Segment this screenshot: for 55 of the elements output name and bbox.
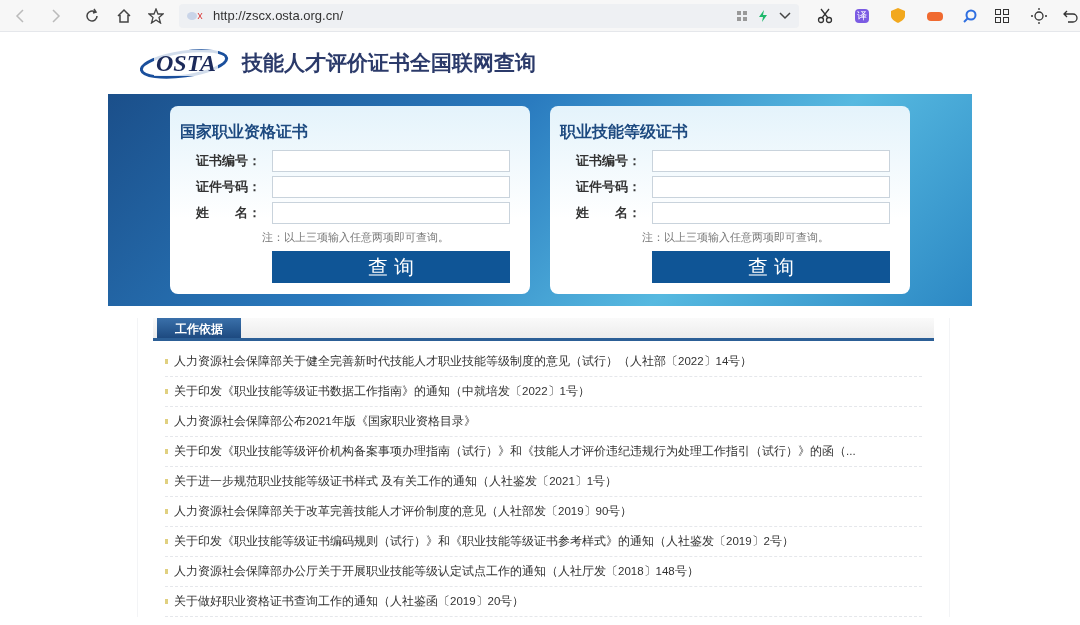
input-field[interactable] <box>272 150 510 172</box>
document-link[interactable]: 关于印发《职业技能等级证书数据工作指南》的通知（中就培发〔2022〕1号） <box>174 382 590 401</box>
field-label: 姓 名： <box>576 204 642 223</box>
hint-text: 注：以上三项输入任意两项即可查询。 <box>642 230 829 245</box>
document-link[interactable]: 关于进一步规范职业技能等级证书样式 及有关工作的通知（人社鉴发〔2021〕1号） <box>174 472 618 491</box>
query-button[interactable]: 查 询 <box>652 250 890 283</box>
field-label: 姓 名： <box>196 204 262 223</box>
document-link[interactable]: 人力资源社会保障部公布2021年版《国家职业资格目录》 <box>174 412 476 431</box>
undo-icon[interactable] <box>1063 8 1079 23</box>
qr-icon[interactable] <box>737 10 747 21</box>
panel-title: 职业技能等级证书 <box>560 122 688 142</box>
input-field[interactable] <box>652 176 890 198</box>
chevron-down-icon[interactable] <box>779 11 791 20</box>
field-label: 证书编号： <box>576 152 642 171</box>
reload-icon[interactable] <box>84 7 100 24</box>
hint-text: 注：以上三项输入任意两项即可查询。 <box>262 230 449 245</box>
star-icon[interactable] <box>148 7 164 24</box>
document-link[interactable]: 人力资源社会保障部关于改革完善技能人才评价制度的意见（人社部发〔2019〕90号） <box>174 502 633 521</box>
bullet-icon <box>165 539 168 544</box>
input-field[interactable] <box>652 150 890 172</box>
lightning-icon[interactable] <box>759 9 767 22</box>
field-label: 证件号码： <box>576 178 642 197</box>
scissors-icon[interactable] <box>817 7 833 24</box>
input-field[interactable] <box>652 202 890 224</box>
forward-icon[interactable] <box>50 8 62 23</box>
field-label: 证件号码： <box>196 178 262 197</box>
back-icon[interactable] <box>14 8 26 23</box>
query-button[interactable]: 查 询 <box>272 250 510 283</box>
sun-icon[interactable] <box>1031 7 1047 24</box>
panel-title: 国家职业资格证书 <box>180 122 308 142</box>
input-field[interactable] <box>272 202 510 224</box>
bullet-icon <box>165 569 168 574</box>
document-link[interactable]: 人力资源社会保障部办公厅关于开展职业技能等级认定试点工作的通知（人社厅发〔2018〕148号） <box>174 562 699 581</box>
bullet-icon <box>165 509 168 514</box>
search-icon[interactable] <box>963 8 977 23</box>
bullet-icon <box>165 479 168 484</box>
shield-badge-icon[interactable] <box>891 8 905 23</box>
field-label: 证书编号： <box>196 152 262 171</box>
section-tab[interactable]: 工作依据 <box>157 318 241 338</box>
bullet-icon <box>165 389 168 394</box>
document-link[interactable]: 关于印发《职业技能等级证书编码规则（试行）》和《职业技能等级证书参考样式》的通知（人社鉴发〔2019〕2号） <box>174 532 794 551</box>
grid-icon[interactable] <box>995 8 1009 23</box>
bullet-icon <box>165 359 168 364</box>
site-title: 技能人才评价证书全国联网查询 <box>242 50 536 77</box>
bullet-icon <box>165 449 168 454</box>
address-bar[interactable]: http://zscx.osta.org.cn/ <box>179 3 799 28</box>
home-icon[interactable] <box>116 7 132 24</box>
bullet-icon <box>165 599 168 604</box>
url-text: http://zscx.osta.org.cn/ <box>213 6 344 25</box>
document-link[interactable]: 人力资源社会保障部关于健全完善新时代技能人才职业技能等级制度的意见（试行）（人社部〔2022〕14号） <box>174 352 753 371</box>
bullet-icon <box>165 419 168 424</box>
document-link[interactable]: 关于做好职业资格证书查询工作的通知（人社鉴函〔2019〕20号） <box>174 592 525 611</box>
input-field[interactable] <box>272 176 510 198</box>
document-link[interactable]: 关于印发《职业技能等级评价机构备案事项办理指南（试行）》和《技能人才评价违纪违规行为处理工作指引（试行）》的函（... <box>174 442 856 461</box>
translate-button[interactable]: 译 <box>855 8 869 23</box>
